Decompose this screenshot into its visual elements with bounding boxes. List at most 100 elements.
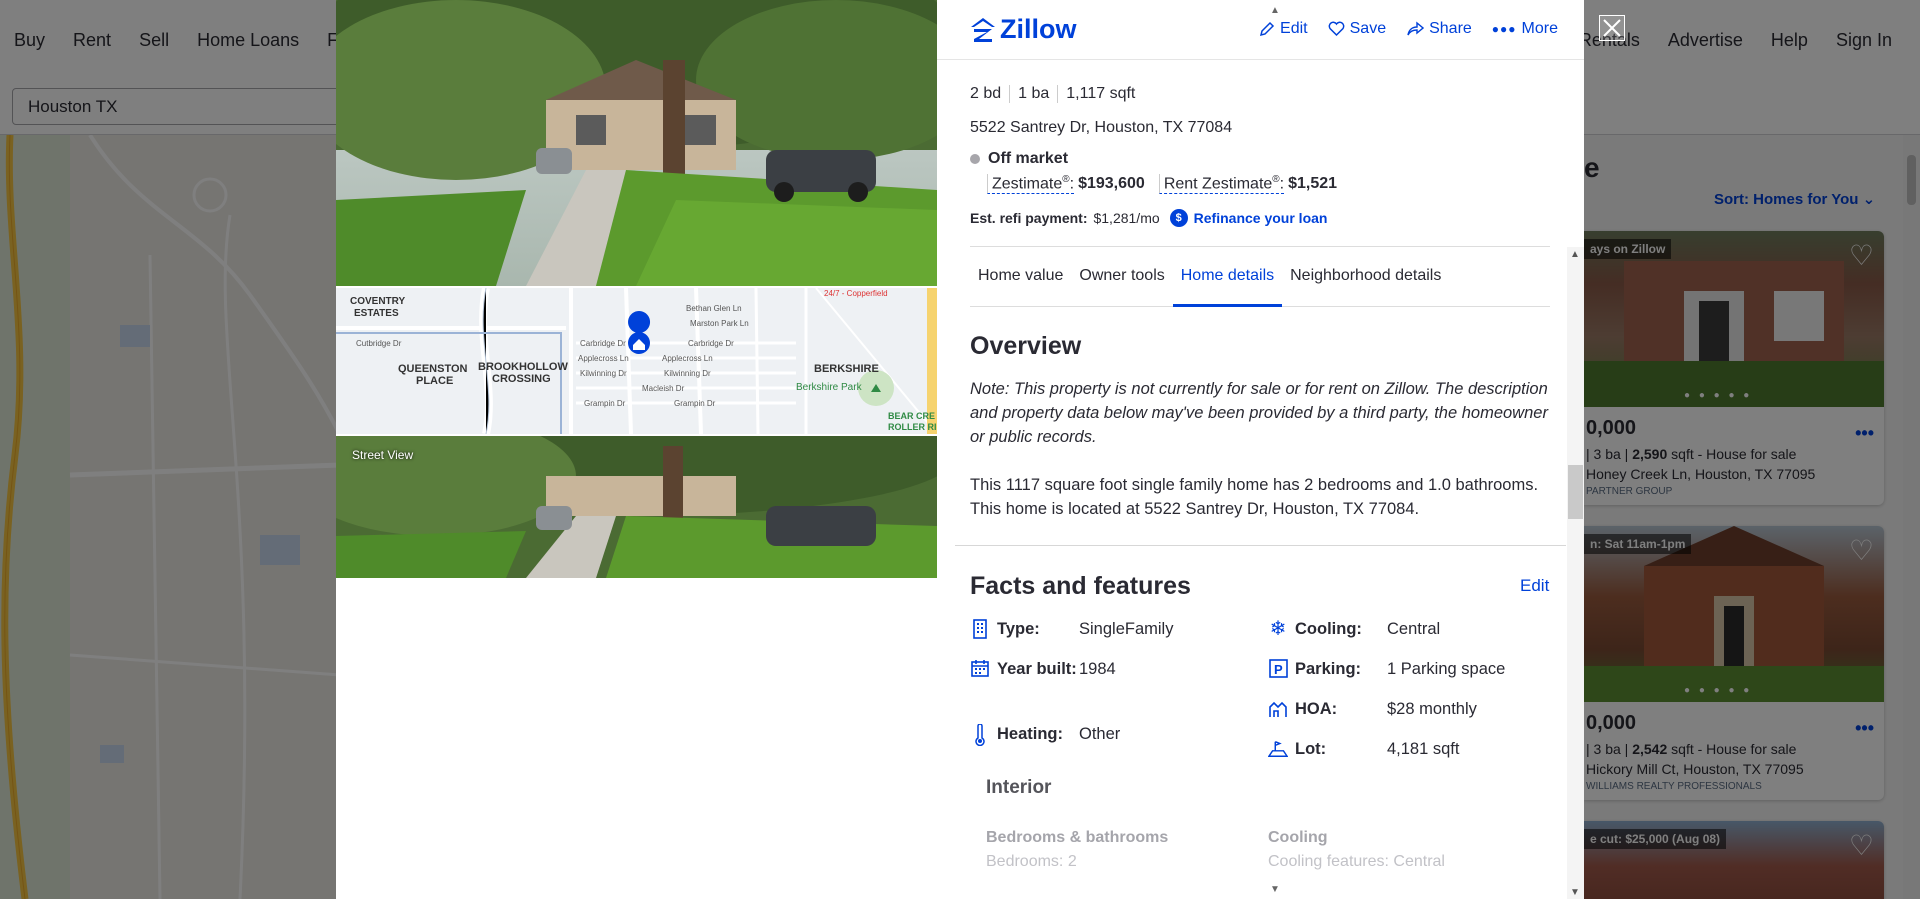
- edit-button[interactable]: Edit: [1259, 20, 1308, 38]
- header-actions: Edit Save Share ●●● More: [1259, 20, 1558, 38]
- facts-edit-link[interactable]: Edit: [1520, 576, 1549, 596]
- tab-home-details[interactable]: Home details: [1172, 247, 1283, 307]
- share-label: Share: [1429, 20, 1472, 37]
- map-label-marston: Marston Park Ln: [690, 319, 749, 328]
- fact-parking: P Parking: 1 Parking space: [1268, 657, 1505, 681]
- save-label: Save: [1349, 20, 1387, 37]
- map-thumbnail[interactable]: COVENTRY ESTATES Cutbridge Dr QUEENSTON …: [336, 288, 937, 434]
- rent-zestimate-link[interactable]: Rent Zestimate®:: [1158, 174, 1285, 195]
- fact-label: HOA:: [1295, 700, 1338, 718]
- map-label-kilwinning-2: Kilwinning Dr: [664, 369, 711, 378]
- bedrooms-value: Bedrooms: 2: [986, 853, 1077, 870]
- map-label-estates: ESTATES: [354, 308, 399, 319]
- parking-icon: P: [1268, 657, 1288, 681]
- overview-heading: Overview: [970, 332, 1082, 360]
- registered-mark: ®: [1272, 174, 1280, 185]
- map-label-bethan: Bethan Glen Ln: [686, 304, 742, 313]
- summary-facts: 2 bd 1 ba 1,117 sqft: [970, 85, 1143, 103]
- listing-status: Off market: [970, 150, 1068, 168]
- refinance-link[interactable]: Refinance your loan: [1194, 210, 1328, 226]
- zestimate-value: $193,600: [1078, 175, 1145, 193]
- map-label-crossing: CROSSING: [492, 373, 551, 385]
- street-view-thumbnail[interactable]: Street View: [336, 436, 937, 578]
- map-label-berkshire-park: Berkshire Park: [796, 382, 863, 393]
- zestimate-row: Zestimate®: $193,600 Rent Zestimate®: $1…: [987, 174, 1338, 195]
- fact-label: Parking:: [1295, 660, 1362, 678]
- rent-zestimate-value: $1,521: [1288, 175, 1338, 193]
- fact-label: Type:: [997, 620, 1040, 638]
- fact-value: 1 Parking space: [1387, 660, 1506, 678]
- divider: [955, 545, 1566, 546]
- zillow-logo-text: Zillow: [1000, 14, 1077, 44]
- map-label-kilwinning: Kilwinning Dr: [580, 369, 627, 378]
- details-column: Zillow Edit Save Share ●●● More 2 bd 1 b…: [937, 0, 1584, 899]
- fact-value: 4,181 sqft: [1387, 740, 1460, 758]
- tab-neighborhood-details[interactable]: Neighborhood details: [1282, 247, 1449, 307]
- detail-tabs: Home value Owner tools Home details Neig…: [970, 247, 1550, 307]
- map-label-applecross-2: Applecross Ln: [662, 354, 713, 363]
- beds: 2 bd: [970, 85, 1011, 103]
- refi-value: $1,281/mo: [1093, 210, 1160, 226]
- map-label-copperfield: 24/7 - Copperfield: [824, 289, 888, 298]
- lot-icon: [1268, 737, 1288, 761]
- scroll-up-icon[interactable]: ▲: [1570, 249, 1580, 260]
- scroll-down-icon[interactable]: ▼: [1570, 887, 1580, 898]
- interior-heading: Interior: [986, 777, 1052, 798]
- overview-note: Note: This property is not currently for…: [970, 380, 1548, 446]
- tab-home-value[interactable]: Home value: [970, 247, 1071, 307]
- zestimate-link[interactable]: Zestimate®:: [987, 174, 1075, 195]
- rent-zestimate-label: Rent Zestimate: [1163, 175, 1273, 193]
- overview-description: This 1117 square foot single family home…: [970, 476, 1539, 518]
- refi-row: Est. refi payment: $1,281/mo $ Refinance…: [970, 209, 1327, 227]
- zestimate-label: Zestimate: [992, 175, 1063, 193]
- dollar-icon: $: [1169, 209, 1188, 227]
- fact-label: Heating:: [997, 725, 1063, 743]
- map-label-carbridge: Carbridge Dr: [580, 339, 626, 348]
- map-label-applecross: Applecross Ln: [578, 354, 629, 363]
- refi-label: Est. refi payment:: [970, 210, 1088, 226]
- more-button[interactable]: ●●● More: [1492, 20, 1558, 38]
- details-scrollbar[interactable]: ▲ ▼: [1567, 247, 1584, 899]
- fact-hoa: HOA: $28 monthly: [1268, 697, 1477, 721]
- map-label-queenston: QUEENSTON: [398, 363, 468, 375]
- building-icon: [970, 617, 990, 641]
- fact-year-built: Year built: 1984: [970, 657, 1116, 681]
- fact-value: Central: [1387, 620, 1441, 638]
- close-button[interactable]: [1599, 15, 1625, 41]
- snowflake-icon: ❄: [1269, 618, 1287, 640]
- cooling-features-value: Cooling features: Central: [1268, 853, 1445, 870]
- map-label-grampin-2: Grampin Dr: [674, 399, 716, 408]
- modal-header: Zillow Edit Save Share ●●● More: [937, 0, 1584, 60]
- fact-label: Cooling:: [1295, 620, 1362, 638]
- status-dot-icon: [970, 154, 980, 164]
- bed-bath-heading: Bedrooms & bathrooms: [986, 829, 1169, 846]
- baths: 1 ba: [1010, 85, 1059, 103]
- details-scroll-area[interactable]: 2 bd 1 ba 1,117 sqft 5522 Santrey Dr, Ho…: [937, 61, 1584, 899]
- thermometer-icon: [970, 722, 990, 746]
- edit-label: Edit: [1280, 20, 1308, 37]
- fact-value: Other: [1079, 725, 1121, 743]
- pencil-icon: [1260, 21, 1275, 37]
- save-button[interactable]: Save: [1328, 20, 1386, 38]
- home-details-modal: COVENTRY ESTATES Cutbridge Dr QUEENSTON …: [336, 0, 1584, 899]
- main-photo[interactable]: [336, 0, 937, 286]
- fact-value: 1984: [1079, 660, 1116, 678]
- svg-text:P: P: [1274, 662, 1283, 677]
- cooling-heading: Cooling: [1268, 829, 1328, 846]
- house-photo-graphic: [336, 0, 937, 286]
- calendar-icon: [970, 657, 990, 681]
- map-label-coventry: COVENTRY: [350, 296, 406, 307]
- scrollbar-thumb[interactable]: [1568, 465, 1583, 519]
- tab-owner-tools[interactable]: Owner tools: [1071, 247, 1172, 307]
- fact-value: SingleFamily: [1079, 620, 1174, 638]
- property-address: 5522 Santrey Dr, Houston, TX 77084: [970, 119, 1233, 136]
- map-label-bear-creek: BEAR CRE: [888, 411, 935, 421]
- map-label-place: PLACE: [416, 375, 453, 387]
- zillow-logo[interactable]: Zillow: [970, 14, 1077, 45]
- fact-label: Year built:: [997, 660, 1077, 678]
- share-button[interactable]: Share: [1406, 20, 1472, 38]
- map-label-berkshire: BERKSHIRE: [814, 363, 879, 375]
- sqft: 1,117 sqft: [1066, 85, 1136, 102]
- share-icon: [1407, 21, 1425, 36]
- more-label: More: [1521, 20, 1558, 37]
